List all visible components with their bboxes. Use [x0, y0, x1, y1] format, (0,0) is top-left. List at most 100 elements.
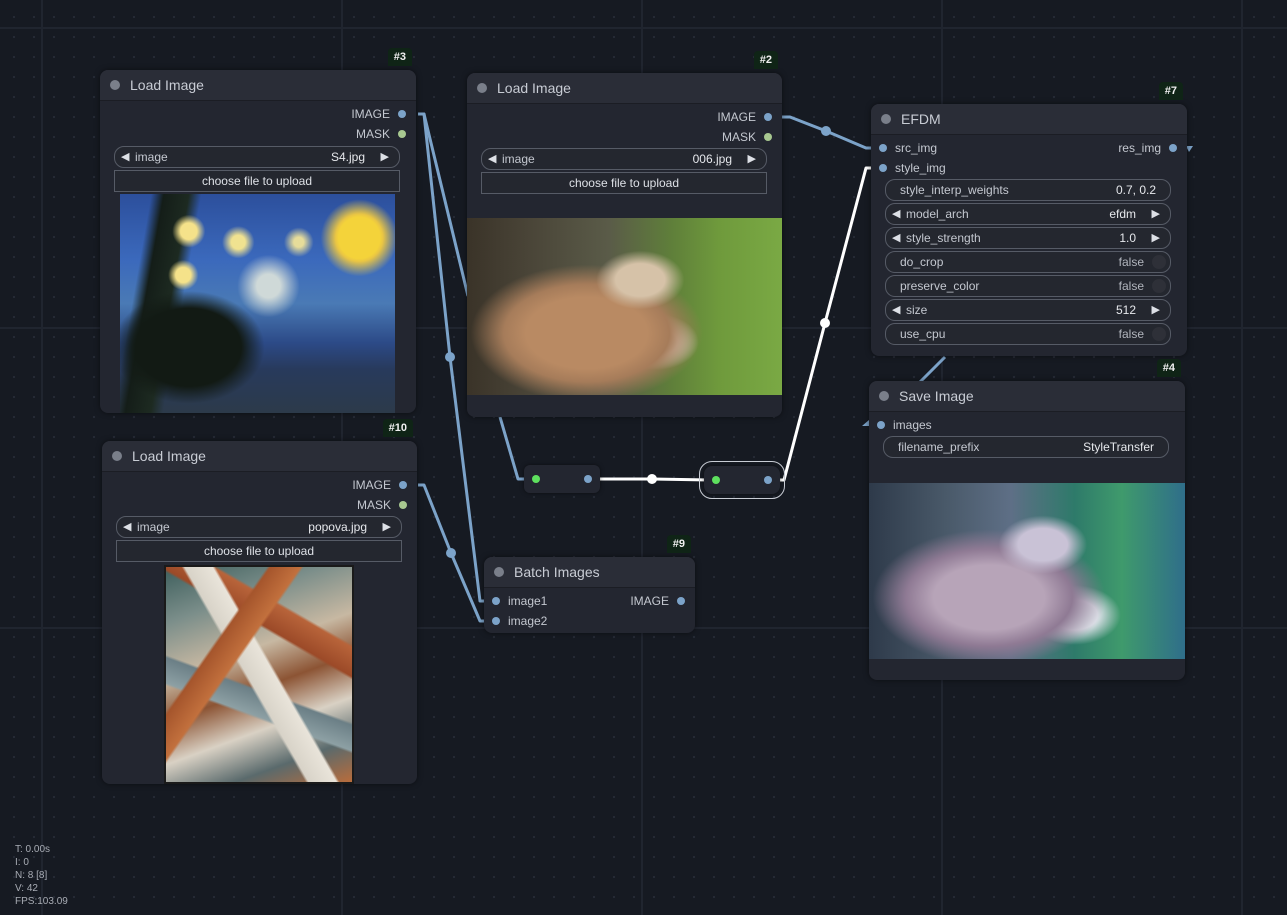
- input-slot-style-img[interactable]: style_img: [879, 159, 946, 177]
- node-load-image-2[interactable]: #2 Load Image IMAGE MASK ◀ image 006.jpg…: [467, 51, 782, 417]
- do-crop-toggle[interactable]: do_crop false: [885, 251, 1171, 273]
- output-slot-image[interactable]: IMAGE: [630, 592, 685, 610]
- collapse-dot-icon[interactable]: [112, 451, 122, 461]
- reroute-node-1[interactable]: [524, 465, 600, 493]
- arrow-right-icon[interactable]: ▶: [748, 149, 756, 169]
- upload-button[interactable]: choose file to upload: [116, 540, 402, 562]
- output-dot-icon[interactable]: [1169, 144, 1177, 152]
- output-slot-mask[interactable]: MASK: [356, 125, 406, 143]
- output-slot-mask[interactable]: MASK: [722, 128, 772, 146]
- input-slot-image1[interactable]: image1: [492, 592, 547, 610]
- link-midpoint[interactable]: [821, 126, 831, 136]
- use-cpu-toggle[interactable]: use_cpu false: [885, 323, 1171, 345]
- image-combo-widget[interactable]: ◀ image popova.jpg ▶: [116, 516, 402, 538]
- input-dot-icon[interactable]: [877, 421, 885, 429]
- collapse-dot-icon[interactable]: [881, 114, 891, 124]
- collapse-dot-icon[interactable]: [477, 83, 487, 93]
- reroute-output-dot-icon[interactable]: [764, 476, 772, 484]
- link-3-image-to-2-area[interactable]: [418, 112, 470, 297]
- output-slot-image[interactable]: IMAGE: [351, 105, 406, 123]
- input-slot-image2[interactable]: image2: [492, 612, 547, 630]
- link-midpoint[interactable]: [446, 548, 456, 558]
- image-combo-widget[interactable]: ◀ image S4.jpg ▶: [114, 146, 400, 168]
- node-title-bar[interactable]: Load Image: [102, 441, 417, 472]
- link-10-image-to-batch-image2[interactable]: [418, 483, 490, 623]
- reroute-output-dot-icon[interactable]: [584, 475, 592, 483]
- input-dot-icon[interactable]: [879, 144, 887, 152]
- link-2-image-to-efdm-src[interactable]: [780, 115, 876, 150]
- link-midpoint[interactable]: [820, 318, 830, 328]
- arrow-right-icon[interactable]: ▶: [383, 517, 391, 537]
- model-arch-combo[interactable]: ◀ model_arch efdm ▶: [885, 203, 1171, 225]
- input-slot-images[interactable]: images: [877, 416, 932, 434]
- reroute-input-dot-icon[interactable]: [712, 476, 720, 484]
- stat-iterations: I: 0: [15, 857, 29, 868]
- link-midpoint[interactable]: [445, 352, 455, 362]
- arrow-left-icon[interactable]: ◀: [892, 300, 900, 320]
- input-slot-src-img[interactable]: src_img: [879, 139, 937, 157]
- preserve-color-toggle[interactable]: preserve_color false: [885, 275, 1171, 297]
- output-dot-icon[interactable]: [398, 110, 406, 118]
- style-interp-weights-field[interactable]: style_interp_weights 0.7, 0.2: [885, 179, 1171, 201]
- collapse-dot-icon[interactable]: [879, 391, 889, 401]
- reroute-node-2-selected[interactable]: [699, 461, 785, 499]
- output-dot-icon[interactable]: [677, 597, 685, 605]
- output-dot-icon[interactable]: [764, 133, 772, 141]
- style-strength-number[interactable]: ◀ style_strength 1.0 ▶: [885, 227, 1171, 249]
- node-title: Save Image: [899, 388, 974, 404]
- arrow-left-icon[interactable]: ◀: [892, 204, 900, 224]
- node-id-badge: #7: [1158, 82, 1183, 100]
- node-title-bar[interactable]: Load Image: [467, 73, 782, 104]
- filename-prefix-field[interactable]: filename_prefix StyleTransfer: [883, 436, 1169, 458]
- upload-button[interactable]: choose file to upload: [481, 172, 767, 194]
- image-combo-widget[interactable]: ◀ image 006.jpg ▶: [481, 148, 767, 170]
- input-dot-icon[interactable]: [492, 617, 500, 625]
- collapse-dot-icon[interactable]: [110, 80, 120, 90]
- reroute-input-dot-icon[interactable]: [532, 475, 540, 483]
- arrow-left-icon[interactable]: ◀: [488, 149, 496, 169]
- link-midpoint[interactable]: [647, 474, 657, 484]
- widget-value: StyleTransfer: [1083, 440, 1154, 454]
- input-dot-icon[interactable]: [879, 164, 887, 172]
- widget-value: popova.jpg: [308, 520, 367, 534]
- toggle-knob-icon[interactable]: [1152, 327, 1166, 341]
- output-slot-res-img[interactable]: res_img: [1118, 139, 1177, 157]
- node-save-image-4[interactable]: #4 Save Image images filename_prefix Sty…: [869, 359, 1185, 680]
- link-efdm-to-save[interactable]: [918, 355, 947, 384]
- arrow-right-icon[interactable]: ▶: [1152, 228, 1160, 248]
- link-reroute-to-reroute[interactable]: [598, 477, 711, 482]
- node-batch-images-9[interactable]: #9 Batch Images image1 image2 IMAGE: [484, 535, 695, 633]
- output-slot-mask[interactable]: MASK: [357, 496, 407, 514]
- node-load-image-10[interactable]: #10 Load Image IMAGE MASK ◀ image popova…: [102, 419, 417, 784]
- arrow-left-icon[interactable]: ◀: [892, 228, 900, 248]
- arrow-left-icon[interactable]: ◀: [121, 147, 129, 167]
- node-title-bar[interactable]: Save Image: [869, 381, 1185, 412]
- output-dot-icon[interactable]: [399, 481, 407, 489]
- upload-button[interactable]: choose file to upload: [114, 170, 400, 192]
- input-dot-icon[interactable]: [492, 597, 500, 605]
- toggle-knob-icon[interactable]: [1152, 255, 1166, 269]
- output-dot-icon[interactable]: [764, 113, 772, 121]
- output-dot-icon[interactable]: [399, 501, 407, 509]
- output-slot-image[interactable]: IMAGE: [717, 108, 772, 126]
- output-slot-image[interactable]: IMAGE: [352, 476, 407, 494]
- node-title-bar[interactable]: Load Image: [100, 70, 416, 101]
- arrow-right-icon[interactable]: ▶: [1152, 300, 1160, 320]
- node-title-bar[interactable]: Batch Images: [484, 557, 695, 588]
- node-title-bar[interactable]: EFDM: [871, 104, 1187, 135]
- collapse-dot-icon[interactable]: [494, 567, 504, 577]
- arrow-left-icon[interactable]: ◀: [123, 517, 131, 537]
- size-number[interactable]: ◀ size 512 ▶: [885, 299, 1171, 321]
- toggle-knob-icon[interactable]: [1152, 279, 1166, 293]
- slot-label: MASK: [721, 130, 756, 144]
- link-reroute-to-efdm-style[interactable]: [775, 166, 876, 482]
- arrow-right-icon[interactable]: ▶: [381, 147, 389, 167]
- node-id-badge: #9: [666, 535, 691, 553]
- node-id-badge: #4: [1156, 359, 1181, 377]
- widget-label: style_interp_weights: [900, 183, 1009, 197]
- output-dot-icon[interactable]: [398, 130, 406, 138]
- stat-time: T: 0.00s: [15, 844, 51, 855]
- arrow-right-icon[interactable]: ▶: [1152, 204, 1160, 224]
- node-efdm-7[interactable]: #7 EFDM src_img style_img res_img style_…: [871, 82, 1187, 356]
- node-load-image-3[interactable]: #3 Load Image IMAGE MASK ◀ image S4.jpg …: [100, 48, 416, 413]
